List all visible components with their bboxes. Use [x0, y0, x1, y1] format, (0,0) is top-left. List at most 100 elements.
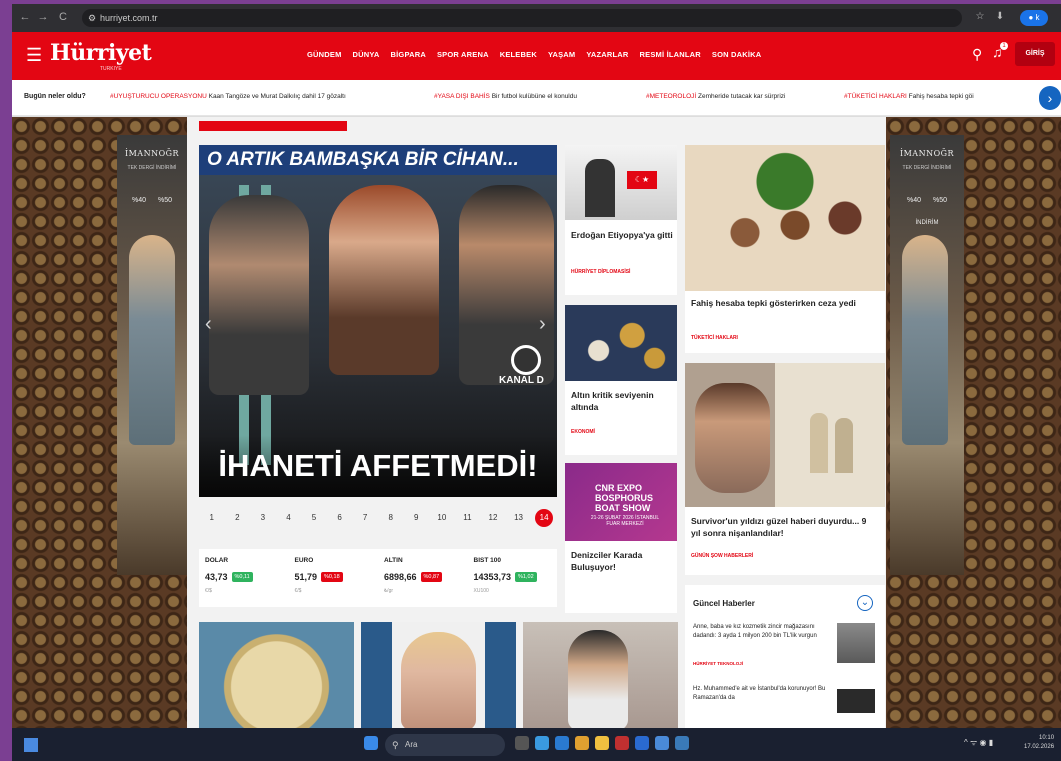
slider-prev-icon[interactable]: ‹ — [205, 313, 212, 336]
news-card-image[interactable] — [523, 622, 678, 730]
news-thumbnail[interactable] — [837, 689, 875, 713]
hero-person-image — [209, 195, 309, 395]
taskbar-search[interactable]: ⚲ Ara — [385, 734, 505, 756]
headline-slider[interactable]: O ARTIK BAMBAŞKA BİR CİHAN... KANAL D ‹ … — [199, 145, 557, 497]
forward-icon[interactable]: → — [36, 10, 50, 24]
logo-subtitle: TURKIYE — [100, 66, 122, 72]
nav-item-dunya[interactable]: DÜNYA — [353, 50, 380, 59]
nav-item-kelebek[interactable]: KELEBEK — [500, 50, 537, 59]
notification-badge: 1 — [1000, 42, 1008, 50]
family-image — [685, 363, 885, 507]
person-image — [568, 630, 628, 730]
reload-icon[interactable]: C — [56, 10, 70, 24]
page-dot[interactable]: 13 — [510, 509, 528, 527]
news-category: HÜRRİYET TEKNOLOJİ — [693, 661, 744, 666]
main-nav: GÜNDEM DÜNYA BİGPARA SPOR ARENA KELEBEK … — [307, 50, 761, 59]
system-tray[interactable]: ^ ᯤ ◉ ▮ — [964, 737, 993, 748]
nav-item-yazarlar[interactable]: YAZARLAR — [586, 50, 628, 59]
sponsored-card[interactable]: CNR EXPO BOSPHORUS BOAT SHOW 21-26 ŞUBAT… — [565, 463, 677, 613]
clock[interactable]: 10:10 17.02.2026 — [1024, 734, 1054, 752]
news-thumbnail[interactable] — [837, 623, 875, 663]
office-icon[interactable] — [615, 736, 629, 750]
start-icon[interactable] — [364, 736, 378, 750]
search-icon[interactable]: ⚲ — [972, 46, 982, 63]
browser-window: ← → C ⚙ hurriyet.com.tr ☆ ⬇ ● k ☰ Hürriy… — [12, 4, 1061, 761]
back-icon[interactable]: ← — [18, 10, 32, 24]
slider-next-icon[interactable]: › — [539, 313, 546, 336]
news-card[interactable]: ☾★ Erdoğan Etiyopya'ya gitti HÜRRİYET Dİ… — [565, 145, 677, 295]
page-dot[interactable]: 12 — [484, 509, 502, 527]
ticker-item[interactable]: #METEOROLOJİ Zemheride tutacak kar sürpr… — [646, 93, 785, 100]
ticker-item[interactable]: #UYUŞTURUCU OPERASYONU Kaan Tangöze ve M… — [110, 93, 346, 100]
page-dot[interactable]: 5 — [305, 509, 323, 527]
panel-title: Güncel Haberler — [693, 599, 755, 608]
news-title: Altın kritik seviyenin altında — [571, 390, 654, 412]
news-title: Fahiş hesaba tepki gösterirken ceza yedi — [691, 298, 856, 308]
news-card[interactable]: Fahiş hesaba tepki gösterirken ceza yedi… — [685, 145, 885, 353]
side-ad-right[interactable]: İMANNOĞR TEK DERGİ İNDİRİMİ %40 %50 İNDİ… — [890, 135, 964, 575]
market-sub: €/$ — [294, 588, 302, 594]
widgets-icon[interactable] — [24, 738, 38, 752]
page-dot[interactable]: 1 — [203, 509, 221, 527]
news-card[interactable]: Survivor'un yıldızı güzel haberi duyurdu… — [685, 363, 885, 575]
market-item-bist[interactable]: BIST 100 14353,73 %1,02 XU100 — [468, 549, 558, 607]
nav-item-resmi-ilanlar[interactable]: RESMİ İLANLAR — [640, 50, 701, 59]
news-card[interactable]: Altın kritik seviyenin altında EKONOMİ — [565, 305, 677, 455]
download-icon[interactable]: ⬇ — [994, 11, 1006, 23]
latest-news-item[interactable]: Anne, baba ve kız kozmetik zincir mağaza… — [693, 623, 833, 641]
ticker-next-button[interactable]: › — [1039, 86, 1061, 110]
taskbar-search-label: Ara — [405, 740, 418, 749]
page-dot-active[interactable]: 14 — [535, 509, 554, 527]
site-info-icon[interactable]: ⚙ — [88, 9, 96, 27]
menu-icon[interactable]: ☰ — [26, 46, 42, 64]
news-card-image[interactable] — [361, 622, 516, 730]
app-icon[interactable] — [655, 736, 669, 750]
login-button[interactable]: GİRİŞ — [1015, 42, 1055, 66]
news-category: HÜRRİYET DİPLOMASİSİ — [571, 269, 631, 275]
address-bar[interactable]: ⚙ hurriyet.com.tr — [82, 9, 962, 27]
page-dot[interactable]: 11 — [458, 509, 476, 527]
nav-item-bigpara[interactable]: BİGPARA — [391, 50, 426, 59]
news-title: Denizciler Karada Buluşuyor! — [571, 550, 643, 572]
ticker-item[interactable]: #TÜKETİCİ HAKLARI Fahiş hesaba tepki göi — [844, 93, 974, 100]
slider-pagination: 1 2 3 4 5 6 7 8 9 10 11 12 13 14 — [199, 503, 557, 533]
task-view-icon[interactable] — [515, 736, 529, 750]
latest-news-item[interactable]: Hz. Muhammed'e ait ve İstanbul'da korunu… — [693, 685, 833, 703]
market-name: DOLAR — [205, 557, 229, 564]
market-name: EURO — [294, 557, 314, 564]
edge-icon[interactable] — [535, 736, 549, 750]
store-icon[interactable] — [555, 736, 569, 750]
page-dot[interactable]: 8 — [382, 509, 400, 527]
expand-icon[interactable]: ⌄ — [857, 595, 873, 611]
ticker-item[interactable]: #YASA DIŞI BAHİS Bir futbol kulübüne el … — [434, 93, 577, 100]
news-ticker: Bugün neler oldu? #UYUŞTURUCU OPERASYONU… — [12, 80, 1061, 116]
market-item-dolar[interactable]: DOLAR 43,73 %0,11 €/$ — [199, 549, 289, 607]
nav-item-yasam[interactable]: YAŞAM — [548, 50, 575, 59]
page-dot[interactable]: 7 — [356, 509, 374, 527]
news-card-image[interactable] — [199, 622, 354, 730]
nav-item-spor-arena[interactable]: SPOR ARENA — [437, 50, 489, 59]
ad-discount: %40 %50 — [132, 197, 172, 204]
nav-item-gundem[interactable]: GÜNDEM — [307, 50, 342, 59]
os-taskbar: ⚲ Ara ^ ᯤ ◉ ▮ 10:10 17.02.2026 — [12, 728, 1061, 761]
nav-item-son-dakika[interactable]: SON DAKİKA — [712, 50, 762, 59]
child-image — [810, 413, 828, 473]
word-icon[interactable] — [675, 736, 689, 750]
site-logo[interactable]: Hürriyet — [50, 40, 152, 66]
hero-headline: İHANETİ AFFETMEDİ! — [199, 435, 557, 497]
profile-button[interactable]: ● k — [1020, 10, 1048, 26]
page-dot[interactable]: 2 — [228, 509, 246, 527]
outlook-icon[interactable] — [635, 736, 649, 750]
market-change: %0,11 — [231, 572, 253, 582]
side-ad-left[interactable]: İMANNOĞR TEK DERGİ İNDİRİMİ %40 %50 — [117, 135, 187, 575]
page-dot[interactable]: 9 — [407, 509, 425, 527]
bookmark-star-icon[interactable]: ☆ — [974, 11, 986, 23]
market-item-euro[interactable]: EURO 51,79 %0,18 €/$ — [289, 549, 379, 607]
market-item-altin[interactable]: ALTIN 6898,66 %0,87 ₺/gr — [378, 549, 468, 607]
page-dot[interactable]: 3 — [254, 509, 272, 527]
page-dot[interactable]: 10 — [433, 509, 451, 527]
page-dot[interactable]: 6 — [331, 509, 349, 527]
page-dot[interactable]: 4 — [279, 509, 297, 527]
chrome-icon[interactable] — [575, 736, 589, 750]
folder-icon[interactable] — [595, 736, 609, 750]
